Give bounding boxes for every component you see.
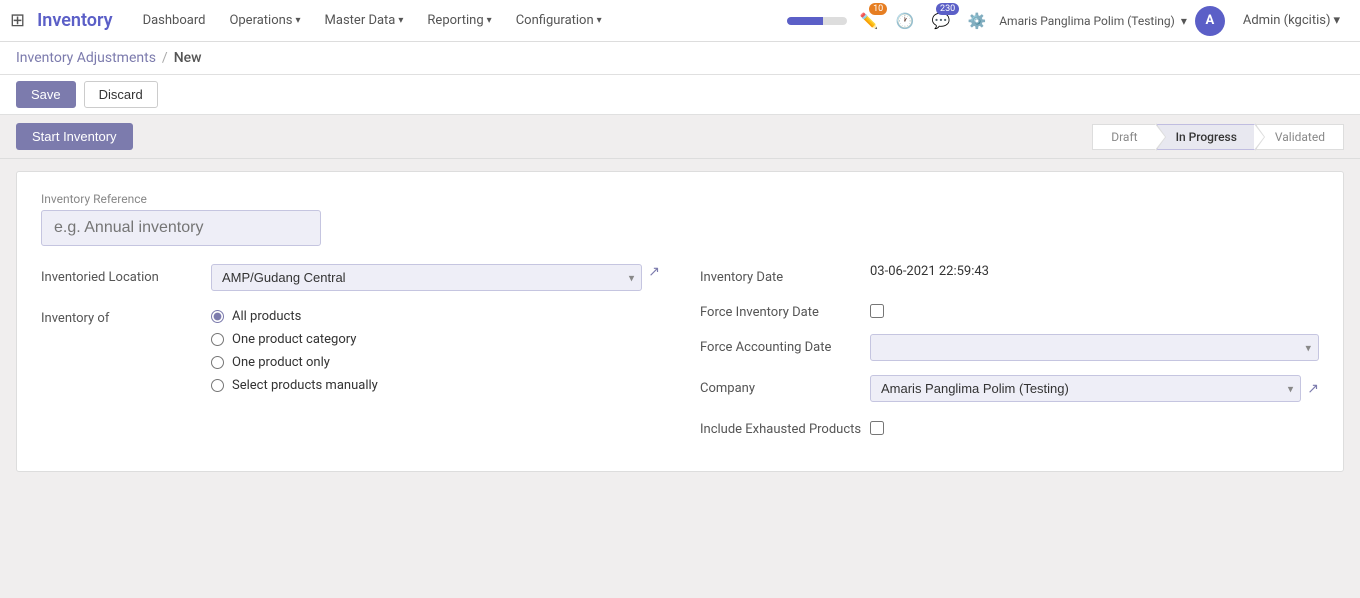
radio-one-product-input[interactable] <box>211 356 224 369</box>
inventoried-location-label: Inventoried Location <box>41 264 211 285</box>
edit-badge: 10 <box>869 3 887 15</box>
form-right: Inventory Date 03-06-2021 22:59:43 Force… <box>700 264 1319 451</box>
radio-one-category-input[interactable] <box>211 333 224 346</box>
nav-reporting[interactable]: Reporting ▾ <box>417 7 501 34</box>
user-name: Amaris Panglima Polim (Testing) <box>999 14 1175 28</box>
chat-badge: 230 <box>936 3 959 15</box>
force-inventory-checkbox-container <box>870 299 1319 318</box>
force-inventory-date-checkbox-wrap <box>870 299 1319 318</box>
breadcrumb-separator: / <box>162 50 168 66</box>
status-validated: Validated <box>1256 124 1344 150</box>
include-exhausted-checkbox-wrap <box>870 416 1319 435</box>
location-select-wrap: AMP/Gudang Central ▾ <box>211 264 642 291</box>
admin-label[interactable]: Admin (kgcitis) ▾ <box>1233 7 1350 34</box>
edit-icon-btn[interactable]: ✏️ 10 <box>855 7 883 35</box>
inventory-of-row: Inventory of All products One product ca… <box>41 305 660 393</box>
include-exhausted-container <box>870 416 1319 435</box>
inventory-reference-group: Inventory Reference <box>41 192 1319 246</box>
accounting-date-select-wrap: ▾ <box>870 334 1319 361</box>
force-accounting-date-row: Force Accounting Date ▾ <box>700 334 1319 361</box>
progress-bar <box>787 17 847 25</box>
inventory-of-label: Inventory of <box>41 305 211 326</box>
company-select[interactable]: Amaris Panglima Polim (Testing) <box>870 375 1301 402</box>
company-external-link-icon[interactable]: ↗ <box>1307 381 1319 397</box>
discard-button[interactable]: Discard <box>84 81 158 108</box>
radio-one-product[interactable]: One product only <box>211 355 660 370</box>
navbar: ⊞ Inventory Dashboard Operations ▾ Maste… <box>0 0 1360 42</box>
topbar: Inventory Adjustments / New <box>0 42 1360 75</box>
nav-configuration[interactable]: Configuration ▾ <box>506 7 612 34</box>
start-inventory-button[interactable]: Start Inventory <box>16 123 133 150</box>
settings-icon-btn[interactable]: ⚙️ <box>963 7 991 35</box>
master-data-arrow-icon: ▾ <box>398 15 403 26</box>
radio-all-products[interactable]: All products <box>211 309 660 324</box>
include-exhausted-label: Include Exhausted Products <box>700 416 870 437</box>
form-card: Inventory Reference Inventoried Location… <box>16 171 1344 472</box>
inventory-date-value: 03-06-2021 22:59:43 <box>870 264 1319 279</box>
reporting-arrow-icon: ▾ <box>487 15 492 26</box>
force-accounting-date-value: ▾ <box>870 334 1319 361</box>
nav-dashboard[interactable]: Dashboard <box>133 7 216 34</box>
company-select-wrap: Amaris Panglima Polim (Testing) ▾ <box>870 375 1301 402</box>
progress-bar-fill <box>787 17 823 25</box>
main-content: Inventory Reference Inventoried Location… <box>0 159 1360 484</box>
avatar[interactable]: A <box>1195 6 1225 36</box>
actionbar: Save Discard <box>0 75 1360 115</box>
nav-master-data[interactable]: Master Data ▾ <box>315 7 414 34</box>
force-inventory-date-label: Force Inventory Date <box>700 299 870 320</box>
radio-group: All products One product category One pr… <box>211 305 660 393</box>
include-exhausted-checkbox[interactable] <box>870 421 884 435</box>
force-inventory-date-row: Force Inventory Date <box>700 299 1319 320</box>
inventory-date-row: Inventory Date 03-06-2021 22:59:43 <box>700 264 1319 285</box>
force-inventory-date-checkbox[interactable] <box>870 304 884 318</box>
company-label: Company <box>700 375 870 396</box>
save-button[interactable]: Save <box>16 81 76 108</box>
status-steps: Draft In Progress Validated <box>1092 124 1344 150</box>
include-exhausted-row: Include Exhausted Products <box>700 416 1319 437</box>
radio-one-category[interactable]: One product category <box>211 332 660 347</box>
inventoried-location-value: AMP/Gudang Central ▾ <box>211 264 642 291</box>
app-brand: Inventory <box>37 10 112 31</box>
company-select-row: Amaris Panglima Polim (Testing) ▾ ↗ <box>870 375 1319 402</box>
radio-manually[interactable]: Select products manually <box>211 378 660 393</box>
location-external-link-icon[interactable]: ↗ <box>648 264 660 280</box>
company-row: Company Amaris Panglima Polim (Testing) … <box>700 375 1319 402</box>
inventory-date-label: Inventory Date <box>700 264 870 285</box>
force-accounting-date-label: Force Accounting Date <box>700 334 870 355</box>
inventoried-location-row: Inventoried Location AMP/Gudang Central … <box>41 264 660 291</box>
user-arrow-icon: ▾ <box>1181 14 1187 28</box>
grid-icon[interactable]: ⊞ <box>10 10 25 31</box>
inventory-reference-label: Inventory Reference <box>41 192 1319 206</box>
breadcrumb-parent[interactable]: Inventory Adjustments <box>16 50 156 66</box>
accounting-date-select[interactable] <box>870 334 1319 361</box>
clock-icon-btn[interactable]: 🕐 <box>891 7 919 35</box>
company-value: Amaris Panglima Polim (Testing) ▾ ↗ <box>870 375 1319 402</box>
nav-operations[interactable]: Operations ▾ <box>219 7 310 34</box>
admin-arrow-icon: ▾ <box>1333 13 1340 28</box>
form-left: Inventoried Location AMP/Gudang Central … <box>41 264 660 451</box>
location-select[interactable]: AMP/Gudang Central <box>211 264 642 291</box>
chat-icon-btn[interactable]: 💬 230 <box>927 7 955 35</box>
navbar-right: ✏️ 10 🕐 💬 230 ⚙️ Amaris Panglima Polim (… <box>787 6 1350 36</box>
inventory-date-text: 03-06-2021 22:59:43 <box>870 259 989 279</box>
inventory-reference-input[interactable] <box>41 210 321 246</box>
statusbar: Start Inventory Draft In Progress Valida… <box>0 115 1360 159</box>
radio-manually-input[interactable] <box>211 379 224 392</box>
form-grid: Inventoried Location AMP/Gudang Central … <box>41 264 1319 451</box>
user-info[interactable]: Amaris Panglima Polim (Testing) ▾ <box>999 14 1187 28</box>
configuration-arrow-icon: ▾ <box>597 15 602 26</box>
operations-arrow-icon: ▾ <box>296 15 301 26</box>
breadcrumb-current: New <box>174 50 202 66</box>
inventory-of-radios: All products One product category One pr… <box>211 305 660 393</box>
status-in-progress: In Progress <box>1157 124 1256 150</box>
status-draft: Draft <box>1092 124 1156 150</box>
radio-all-products-input[interactable] <box>211 310 224 323</box>
